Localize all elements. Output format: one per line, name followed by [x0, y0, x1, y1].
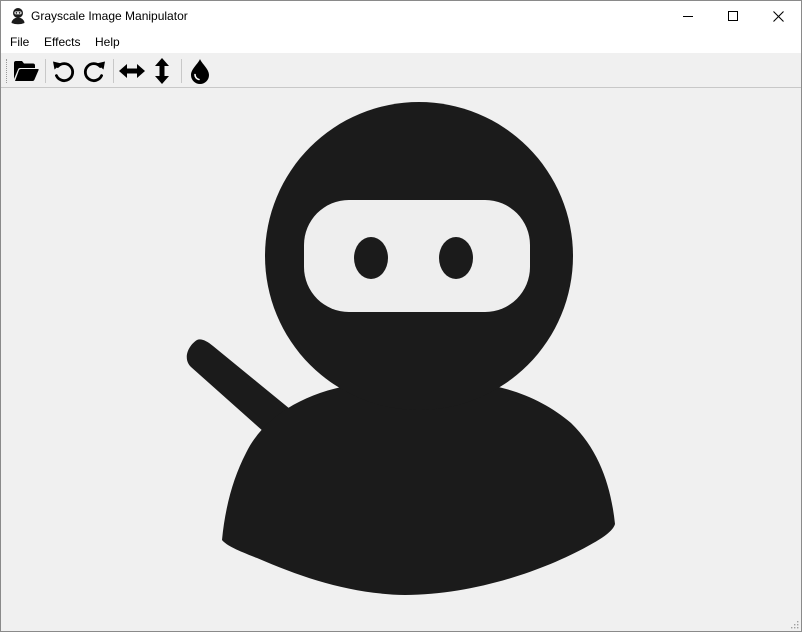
undo-icon	[53, 61, 74, 83]
image-canvas[interactable]	[1, 88, 801, 631]
toolbar-separator	[113, 59, 114, 83]
left-eye	[354, 237, 388, 279]
menu-help[interactable]: Help	[95, 35, 120, 49]
close-icon	[772, 10, 784, 22]
redo-icon	[84, 61, 105, 83]
menu-bar: File Effects Help	[1, 31, 801, 53]
ninja-icon	[11, 8, 25, 25]
right-eye	[439, 237, 473, 279]
flip-horizontal-icon	[119, 64, 145, 78]
redo-button[interactable]	[81, 57, 109, 85]
toolbar-separator	[45, 59, 46, 83]
grayscale-button[interactable]	[186, 57, 214, 85]
maximize-icon	[728, 11, 738, 21]
open-button[interactable]	[12, 57, 40, 85]
flip-horizontal-button[interactable]	[118, 57, 146, 85]
grayscale-drop-icon	[191, 59, 209, 84]
menu-file[interactable]: File	[10, 35, 29, 49]
toolbar-grip[interactable]	[6, 59, 9, 83]
toolbar-separator	[181, 59, 182, 83]
minimize-icon	[683, 16, 693, 17]
ninja-illustration	[186, 102, 615, 595]
toolbar	[1, 53, 801, 88]
mask-opening	[304, 200, 530, 312]
window-title: Grayscale Image Manipulator	[31, 9, 188, 23]
title-bar[interactable]: Grayscale Image Manipulator	[1, 1, 801, 31]
maximize-button[interactable]	[710, 1, 756, 31]
close-button[interactable]	[755, 1, 801, 31]
undo-button[interactable]	[49, 57, 77, 85]
flip-vertical-button[interactable]	[148, 57, 176, 85]
resize-grip-icon[interactable]	[789, 619, 799, 629]
app-window: Grayscale Image Manipulator File Effects…	[0, 0, 802, 632]
minimize-button[interactable]	[665, 1, 711, 31]
menu-effects[interactable]: Effects	[44, 35, 80, 49]
open-folder-icon	[14, 61, 39, 81]
flip-vertical-icon	[155, 58, 169, 84]
